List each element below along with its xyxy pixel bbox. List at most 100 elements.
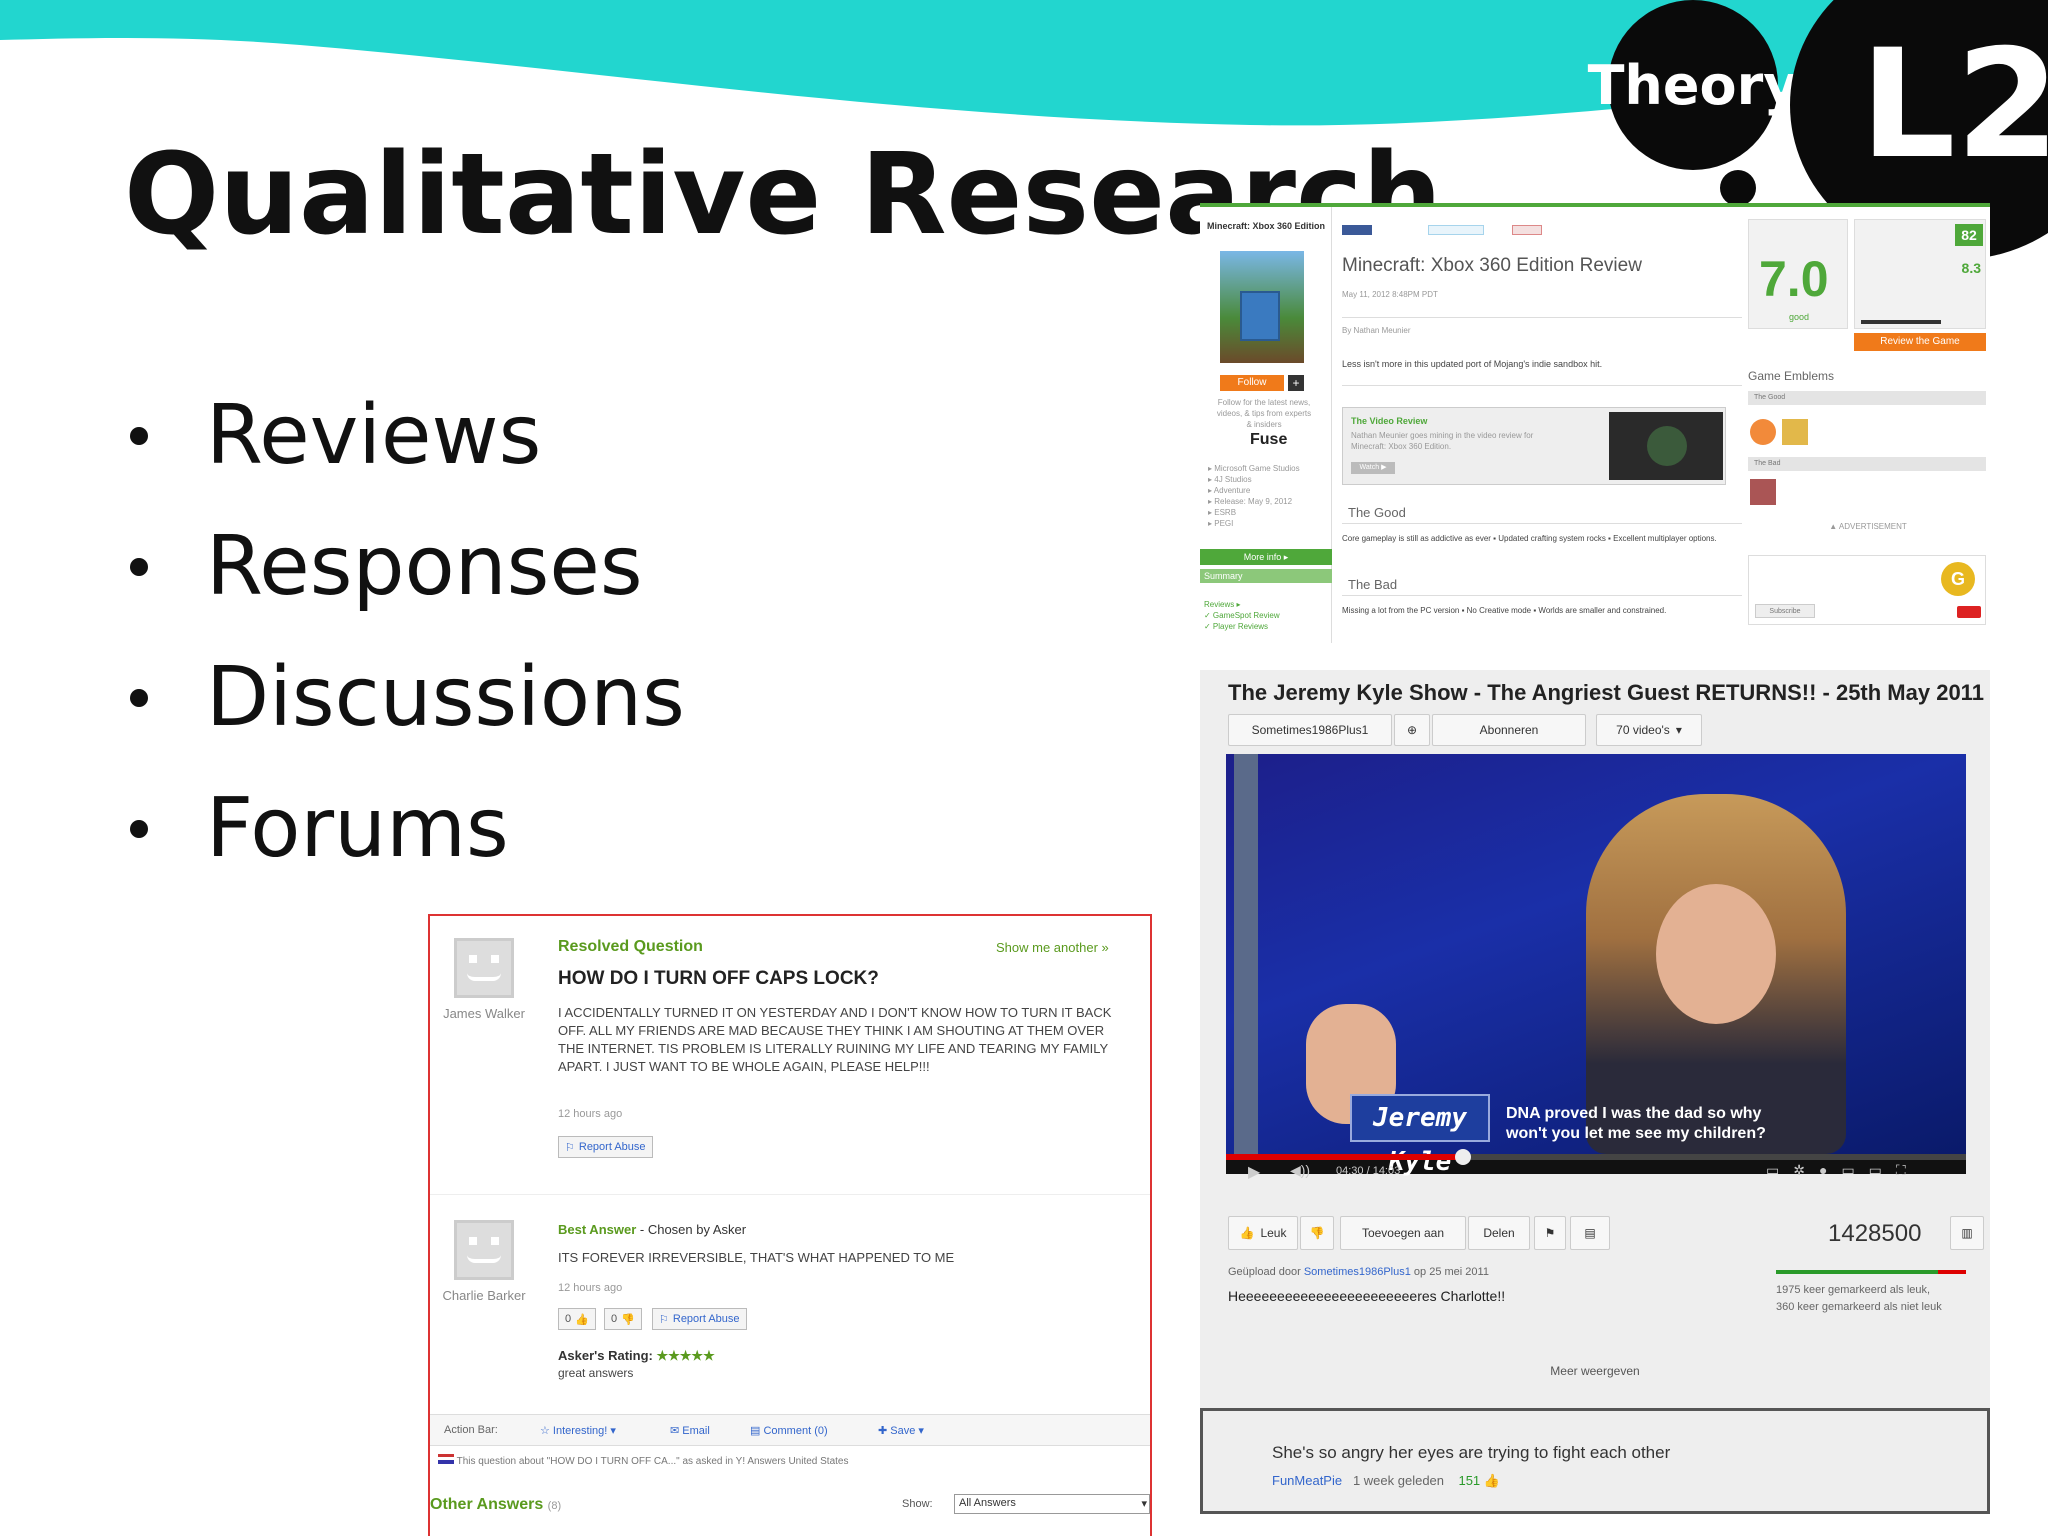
emblems-heading: Game Emblems bbox=[1748, 369, 1835, 383]
avatar-mouth bbox=[467, 1255, 501, 1263]
progress-handle[interactable] bbox=[1454, 1149, 1471, 1165]
answerer-name[interactable]: Charlie Barker bbox=[442, 1288, 526, 1304]
avatar[interactable] bbox=[454, 938, 514, 998]
bullet-text: Forums bbox=[206, 781, 509, 876]
play-icon[interactable]: ▶ bbox=[1248, 1162, 1260, 1182]
report-abuse-button[interactable]: ⚐ Report Abuse bbox=[652, 1308, 747, 1330]
progress-track[interactable] bbox=[1226, 1149, 1966, 1165]
footer-note: This question about "HOW DO I TURN OFF C… bbox=[456, 1456, 849, 1467]
action-bar: Action Bar: ☆ Interesting! ▾ ✉ Email ▤ C… bbox=[430, 1414, 1150, 1446]
divider bbox=[430, 1194, 1150, 1195]
watch-button[interactable]: Watch ▶ bbox=[1351, 462, 1395, 474]
fullscreen-icon[interactable]: ⛶ bbox=[1896, 1162, 1920, 1178]
review-links[interactable]: Reviews ▸ ✓ GameSpot Review ✓ Player Revie… bbox=[1204, 599, 1324, 632]
comment-votes: 151 bbox=[1458, 1473, 1481, 1488]
rating-stars: ★★★★★ bbox=[656, 1348, 715, 1363]
channel-button[interactable]: Sometimes1986Plus1 bbox=[1228, 714, 1392, 746]
player-controls[interactable]: ▭✲●▭▭⛶ bbox=[1766, 1162, 1920, 1179]
score-box: 7.0 good bbox=[1748, 219, 1848, 329]
show-select-value: All Answers bbox=[959, 1497, 1016, 1509]
volume-icon[interactable]: ◀)) bbox=[1290, 1162, 1310, 1179]
share-button[interactable]: Delen bbox=[1468, 1216, 1530, 1250]
show-more-button[interactable]: Meer weergeven bbox=[1200, 1364, 1990, 1378]
upload-date: op 25 mei 2011 bbox=[1413, 1266, 1489, 1278]
resolved-label: Resolved Question bbox=[558, 938, 703, 955]
follow-button[interactable]: Follow bbox=[1220, 375, 1284, 391]
review-the-game-button[interactable]: Review the Game bbox=[1854, 333, 1986, 351]
email-label: Email bbox=[682, 1425, 710, 1437]
annotation-icon[interactable]: ● bbox=[1819, 1162, 1841, 1178]
dislikes-text: 360 keer gemarkeerd als niet leuk bbox=[1776, 1301, 1942, 1313]
us-flag-icon bbox=[438, 1454, 454, 1464]
video-thumbnail[interactable] bbox=[1609, 412, 1723, 480]
game-details: ▸ Microsoft Game Studios ▸ 4J Studios ▸ Ad… bbox=[1208, 464, 1300, 528]
stats-icon[interactable]: ▥ bbox=[1950, 1216, 1984, 1250]
comment-time: 1 week geleden bbox=[1352, 1473, 1445, 1488]
avatar-eye bbox=[491, 1237, 499, 1245]
subscribe-button[interactable]: Abonneren bbox=[1432, 714, 1586, 746]
interesting-button[interactable]: ☆ Interesting! ▾ bbox=[540, 1424, 616, 1437]
video-player[interactable]: Jeremy Kyle DNA proved I was the dad so … bbox=[1226, 754, 1966, 1181]
email-button[interactable]: ✉ Email bbox=[670, 1424, 710, 1437]
small-player-icon[interactable]: ▭ bbox=[1841, 1162, 1868, 1178]
comment-button[interactable]: ▤ Comment (0) bbox=[750, 1424, 828, 1437]
gear-icon[interactable]: ✲ bbox=[1793, 1162, 1819, 1178]
tweet-button[interactable] bbox=[1428, 225, 1484, 235]
video-review-box[interactable]: The Video Review Nathan Meunier goes min… bbox=[1342, 407, 1726, 485]
bullet-item: Responses bbox=[124, 501, 685, 632]
asker-name[interactable]: James Walker bbox=[442, 1006, 526, 1022]
summary-tab[interactable]: Summary bbox=[1200, 569, 1332, 583]
thumbs-up-button[interactable]: 0 👍 bbox=[558, 1308, 596, 1330]
bullet-dot bbox=[130, 426, 148, 445]
emblem-icon[interactable] bbox=[1782, 419, 1808, 445]
flag-icon: ⚐ bbox=[565, 1141, 575, 1154]
more-info-button[interactable]: More info ▸ bbox=[1200, 549, 1332, 565]
review-author: By Nathan Meunier bbox=[1342, 326, 1411, 335]
askers-rating-label: Asker's Rating: bbox=[558, 1348, 653, 1363]
videos-dropdown[interactable]: 70 video's ▾ bbox=[1596, 714, 1702, 746]
report-abuse-button[interactable]: ⚐ Report Abuse bbox=[558, 1136, 653, 1158]
chevron-down-icon: ▾ bbox=[1141, 1498, 1147, 1510]
show-select[interactable]: All Answers ▾ bbox=[954, 1494, 1150, 1514]
subscribe-plus-icon[interactable]: ⊕ bbox=[1394, 714, 1430, 746]
report-abuse-label: Report Abuse bbox=[672, 1313, 740, 1325]
logo-dot bbox=[1720, 170, 1756, 206]
gamespot-score: 7.0 bbox=[1759, 251, 1829, 307]
video-review-text: Nathan Meunier goes mining in the video … bbox=[1351, 431, 1534, 451]
thumbs-up-icon: 👍 bbox=[1239, 1226, 1255, 1240]
answers-screenshot: James Walker Resolved Question Show me a… bbox=[428, 914, 1152, 1536]
flag-icon[interactable]: ⚑ bbox=[1534, 1216, 1566, 1250]
facebook-like-button[interactable] bbox=[1342, 225, 1372, 235]
truescore-bar bbox=[1861, 320, 1941, 324]
question-time: 12 hours ago bbox=[558, 1108, 623, 1120]
transcript-icon[interactable]: ▤ bbox=[1570, 1216, 1610, 1250]
subscribe-button[interactable]: Subscribe bbox=[1755, 604, 1815, 618]
like-button[interactable]: 👍 Leuk bbox=[1228, 1216, 1298, 1250]
comment-text: She's so angry her eyes are trying to fi… bbox=[1272, 1443, 1671, 1462]
rating-comment: great answers bbox=[558, 1366, 634, 1380]
save-button[interactable]: ✚ Save ▾ bbox=[878, 1424, 924, 1437]
youtube-comment: She's so angry her eyes are trying to fi… bbox=[1200, 1408, 1990, 1514]
emblem-icon[interactable] bbox=[1750, 479, 1776, 505]
plus-one-button[interactable] bbox=[1512, 225, 1542, 235]
guest-figure bbox=[1586, 794, 1846, 1154]
video-frame[interactable]: Jeremy Kyle DNA proved I was the dad so … bbox=[1226, 754, 1966, 1177]
thumbs-down-icon: 👎 bbox=[621, 1313, 635, 1326]
comment-user-link[interactable]: FunMeatPie bbox=[1272, 1473, 1342, 1488]
xbox-icon bbox=[1647, 426, 1687, 466]
review-right-column: 7.0 good 82 8.3 Review the Game Game Emb… bbox=[1746, 207, 1990, 643]
large-player-icon[interactable]: ▭ bbox=[1869, 1162, 1896, 1178]
other-answers-count: (8) bbox=[547, 1500, 562, 1512]
add-to-button[interactable]: Toevoegen aan bbox=[1340, 1216, 1466, 1250]
uploader-link[interactable]: Sometimes1986Plus1 bbox=[1304, 1266, 1411, 1278]
avatar[interactable] bbox=[454, 1220, 514, 1280]
best-answer-label: Best Answer bbox=[558, 1222, 637, 1237]
thumbs-down-button[interactable]: 0 👎 bbox=[604, 1308, 642, 1330]
avatar-eye bbox=[491, 955, 499, 963]
show-another-link[interactable]: Show me another » bbox=[996, 940, 1109, 955]
dislike-button[interactable]: 👎 bbox=[1300, 1216, 1334, 1250]
captions-icon[interactable]: ▭ bbox=[1766, 1162, 1793, 1178]
plus-icon[interactable]: + bbox=[1288, 375, 1304, 391]
thumbs-up-icon[interactable]: 👍 bbox=[1484, 1473, 1500, 1488]
emblem-icon[interactable] bbox=[1750, 419, 1776, 445]
